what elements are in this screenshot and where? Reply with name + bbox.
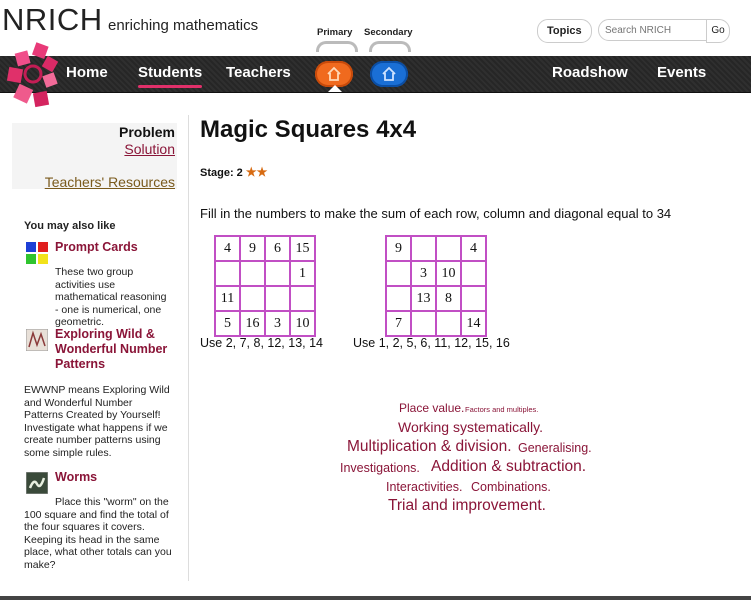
square-cell[interactable] — [436, 236, 461, 261]
instruction-text: Fill in the numbers to make the sum of e… — [200, 206, 672, 221]
magic-square-1-hint: Use 2, 7, 8, 12, 13, 14 — [200, 336, 323, 350]
square-cell: 9 — [386, 236, 411, 261]
square-cell: 15 — [290, 236, 315, 261]
star-icon: ★ — [256, 165, 268, 179]
square-cell[interactable] — [290, 286, 315, 311]
tag-link[interactable]: Interactivities. — [386, 480, 462, 494]
site-brand[interactable]: NRICH — [2, 2, 103, 38]
square-cell: 5 — [215, 311, 240, 336]
search-go-button[interactable]: Go — [706, 19, 730, 43]
main-nav: Home Students Teachers Roadshow Events — [0, 56, 751, 93]
square-cell: 9 — [240, 236, 265, 261]
related-worms-link[interactable]: Worms — [55, 470, 165, 485]
square-cell[interactable] — [411, 311, 436, 336]
active-caret — [328, 85, 342, 92]
square-cell: 3 — [265, 311, 290, 336]
related-number-patterns-link[interactable]: Exploring Wild & Wonderful Number Patter… — [55, 327, 175, 372]
tag-link[interactable]: Factors and multiples. — [465, 405, 538, 414]
related-prompt-cards-desc: These two group activities use mathemati… — [55, 266, 167, 328]
nav-students[interactable]: Students — [138, 64, 203, 88]
number-pattern-icon[interactable] — [26, 329, 48, 351]
site-tagline: enriching mathematics — [108, 17, 259, 34]
tag-link[interactable]: Investigations. — [340, 461, 420, 475]
square-cell: 4 — [461, 236, 486, 261]
nav-events[interactable]: Events — [657, 64, 706, 81]
square-cell[interactable] — [461, 286, 486, 311]
square-cell: 4 — [215, 236, 240, 261]
square-cell: 16 — [240, 311, 265, 336]
square-cell[interactable] — [215, 261, 240, 286]
square-cell: 3 — [411, 261, 436, 286]
tag-link[interactable]: Multiplication & division. — [347, 438, 512, 456]
primary-arc — [316, 41, 358, 52]
square-cell[interactable] — [265, 286, 290, 311]
nav-roadshow[interactable]: Roadshow — [552, 64, 628, 81]
home-icon — [327, 66, 341, 81]
square-cell[interactable] — [265, 261, 290, 286]
related-prompt-cards-link[interactable]: Prompt Cards — [55, 240, 165, 255]
stage-label: Stage: 2 ★★ — [200, 165, 267, 179]
stage-text: Stage: 2 — [200, 167, 243, 179]
square-cell: 8 — [436, 286, 461, 311]
tag-link[interactable]: Addition & subtraction. — [431, 458, 586, 476]
tag-link[interactable]: Trial and improvement. — [388, 497, 546, 515]
square-cell: 13 — [411, 286, 436, 311]
square-cell: 7 — [386, 311, 411, 336]
square-cell: 11 — [215, 286, 240, 311]
primary-home-button[interactable] — [315, 61, 353, 87]
square-cell: 10 — [436, 261, 461, 286]
problem-tabs-box: Problem Solution Teachers' Resources — [12, 123, 177, 190]
tag-link[interactable]: Combinations. — [471, 480, 551, 494]
related-worms-desc: Place this "worm" on the 100 square and … — [24, 496, 172, 571]
also-like-heading: You may also like — [24, 220, 116, 232]
tab-problem[interactable]: Problem — [119, 124, 175, 140]
colored-squares-icon[interactable] — [26, 242, 48, 264]
tag-link[interactable]: Generalising. — [518, 441, 592, 455]
square-cell: 10 — [290, 311, 315, 336]
primary-label[interactable]: Primary — [317, 27, 352, 38]
secondary-home-button[interactable] — [370, 61, 408, 87]
nav-home[interactable]: Home — [66, 64, 108, 81]
secondary-arc — [369, 41, 411, 52]
square-cell: 6 — [265, 236, 290, 261]
tag-link[interactable]: Working systematically. — [398, 419, 543, 435]
topics-button[interactable]: Topics — [537, 19, 592, 43]
home-icon — [382, 66, 396, 81]
magic-square-1: 4 9 6 15 1 11 5 16 3 10 — [214, 235, 316, 337]
page-title: Magic Squares 4x4 — [200, 116, 417, 143]
footer-bar — [0, 596, 751, 600]
tab-teachers-resources[interactable]: Teachers' Resources — [45, 174, 175, 190]
square-cell[interactable] — [240, 261, 265, 286]
search-input[interactable] — [598, 19, 714, 41]
square-cell: 1 — [290, 261, 315, 286]
square-cell[interactable] — [240, 286, 265, 311]
magic-square-2: 9 4 3 10 13 8 7 14 — [385, 235, 487, 337]
square-cell: 14 — [461, 311, 486, 336]
tag-link[interactable]: Place value. — [399, 401, 464, 415]
square-cell[interactable] — [411, 236, 436, 261]
star-icon: ★ — [245, 165, 257, 179]
magic-square-2-hint: Use 1, 2, 5, 6, 11, 12, 15, 16 — [353, 336, 510, 350]
nrich-logo-icon[interactable] — [4, 40, 64, 112]
nav-teachers[interactable]: Teachers — [226, 64, 291, 81]
worm-icon[interactable] — [26, 472, 48, 494]
square-cell[interactable] — [386, 286, 411, 311]
related-number-patterns-desc: EWWNP means Exploring Wild and Wonderful… — [24, 384, 170, 459]
secondary-label[interactable]: Secondary — [364, 27, 413, 38]
square-cell[interactable] — [461, 261, 486, 286]
square-cell[interactable] — [436, 311, 461, 336]
tab-solution[interactable]: Solution — [124, 141, 175, 157]
square-cell[interactable] — [386, 261, 411, 286]
top-bar: NRICH enriching mathematics Primary Seco… — [0, 0, 751, 58]
sidebar-divider — [188, 115, 189, 581]
